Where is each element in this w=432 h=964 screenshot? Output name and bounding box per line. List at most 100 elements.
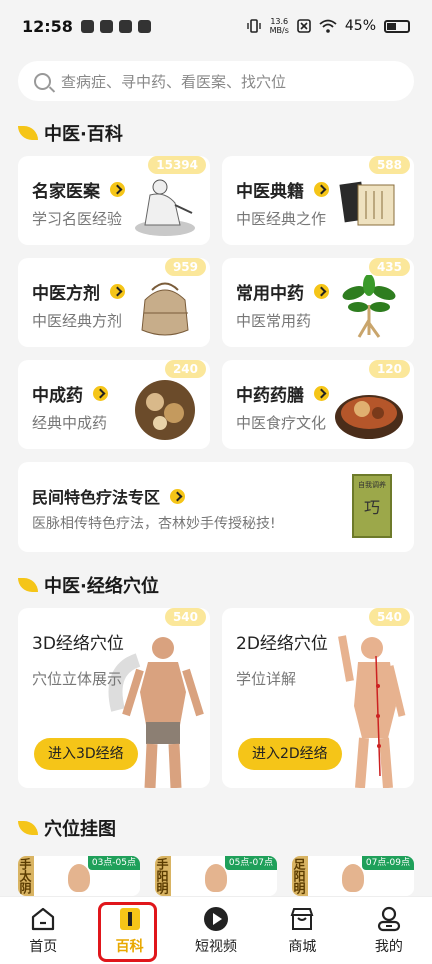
- home-icon: [32, 907, 55, 930]
- card-medicinal-diet[interactable]: 120 中药药膳 中医食疗文化: [222, 360, 414, 449]
- count-badge: 588: [368, 156, 410, 174]
- chart-card-lung[interactable]: 手太阴肺 03点-05点: [18, 856, 140, 896]
- folk-therapy-card[interactable]: 民间特色疗法专区 医脉相传特色疗法，杏林妙手传授秘技! 自我调养 巧: [18, 462, 414, 552]
- nav-label: 首页: [29, 938, 58, 955]
- nav-short-video[interactable]: 短视频: [173, 897, 259, 964]
- card-title-text: 中医方剂: [32, 284, 100, 304]
- arrow-right-icon: [170, 488, 186, 504]
- card-title: 常用中药: [236, 279, 329, 304]
- arrow-right-icon: [110, 284, 125, 299]
- herb-bowl-icon: [135, 380, 195, 440]
- card-title: 民间特色疗法专区: [32, 484, 186, 508]
- book-cover-char: 巧: [363, 498, 380, 517]
- card-patent-medicine[interactable]: 240 中成药 经典中成药: [18, 360, 210, 449]
- nav-label: 商城: [288, 938, 317, 955]
- section-title: 中医·经络穴位: [44, 576, 159, 597]
- battery-icon: [384, 19, 410, 33]
- card-title: 中医典籍: [236, 177, 329, 202]
- nav-shop[interactable]: 商城: [259, 897, 345, 964]
- net-speed-value: 13.6: [270, 17, 289, 26]
- chart-card-title: 手太阴肺: [18, 856, 34, 896]
- play-icon: [204, 906, 229, 931]
- shop-icon: [291, 907, 314, 930]
- enter-3d-button[interactable]: 进入3D经络: [34, 738, 138, 770]
- scholar-illustration-icon: [135, 179, 195, 236]
- chart-card-large-intestine[interactable]: 手阳明大 05点-07点: [155, 856, 277, 896]
- card-2d-meridian[interactable]: 540 2D经络穴位 学位详解 进入2D经络: [222, 608, 414, 788]
- bottom-nav: 首页 百科 短视频 商城 我的: [0, 896, 432, 964]
- battery-percent: 45%: [344, 18, 376, 34]
- chart-card-time: 05点-07点: [224, 856, 277, 870]
- count-badge: 540: [164, 608, 206, 626]
- folk-title: 民间特色疗法专区: [32, 488, 161, 507]
- card-title: 名家医案: [32, 177, 125, 202]
- card-title-text: 中药药膳: [236, 386, 304, 406]
- card-3d-meridian[interactable]: 540 3D经络穴位 穴位立体展示 进入3D经络: [18, 608, 210, 788]
- arrow-right-icon: [110, 182, 125, 197]
- arrow-right-icon: [314, 284, 329, 299]
- vibrate-icon: [246, 19, 261, 33]
- card-title-text: 名家医案: [32, 182, 100, 202]
- nav-label: 百科: [115, 938, 144, 955]
- status-bar: 12:58 13.6 MB/s 45%: [0, 0, 432, 52]
- leaf-icon: [18, 821, 38, 835]
- count-badge: 959: [164, 258, 206, 276]
- app-notification-icon: [80, 19, 94, 33]
- 2d-body-chart-image: [338, 635, 406, 788]
- body-figure-image: [342, 864, 364, 892]
- card-title-text: 中成药: [32, 386, 83, 406]
- nav-home[interactable]: 首页: [0, 897, 86, 964]
- card-subtitle: 中医食疗文化: [236, 414, 327, 432]
- section-header-meridian: 中医·经络穴位: [18, 572, 159, 598]
- card-subtitle: 中医经典之作: [236, 210, 327, 228]
- count-badge: 15394: [148, 156, 206, 174]
- arrow-right-icon: [314, 386, 329, 401]
- card-prescriptions[interactable]: 959 中医方剂 中医经典方剂: [18, 258, 210, 347]
- count-badge: 240: [164, 360, 206, 378]
- card-title: 中药药膳: [236, 381, 329, 406]
- section-header-charts: 穴位挂图: [18, 815, 116, 841]
- count-badge: 540: [368, 608, 410, 626]
- book-cover-title: 自我调养: [358, 481, 386, 489]
- card-title: 2D经络穴位: [236, 634, 328, 654]
- card-common-herbs[interactable]: 435 常用中药 中医常用药: [222, 258, 414, 347]
- enter-2d-button[interactable]: 进入2D经络: [238, 738, 342, 770]
- chart-card-time: 07点-09点: [361, 856, 414, 870]
- body-figure-image: [68, 864, 90, 892]
- card-subtitle: 中医常用药: [236, 312, 312, 330]
- video-app-icon: [137, 19, 151, 33]
- count-badge: 120: [368, 360, 410, 378]
- search-bar[interactable]: 查病症、寻中药、看医案、找穴位: [18, 61, 414, 101]
- no-sim-icon: [297, 19, 311, 33]
- card-title: 3D经络穴位: [32, 634, 124, 654]
- arrow-right-icon: [314, 182, 329, 197]
- card-subtitle: 经典中成药: [32, 414, 108, 432]
- body-figure-image: [205, 864, 227, 892]
- card-famous-cases[interactable]: 15394 名家医案 学习名医经验: [18, 156, 210, 245]
- wifi-icon: [319, 19, 337, 33]
- soup-pot-icon: [335, 395, 403, 439]
- nav-profile[interactable]: 我的: [346, 897, 432, 964]
- leaf-icon: [18, 578, 38, 592]
- ancient-book-icon: [339, 181, 395, 226]
- section-header-encyclopedia: 中医·百科: [18, 120, 123, 146]
- net-speed: 13.6 MB/s: [270, 17, 289, 35]
- card-title: 中医方剂: [32, 279, 125, 304]
- chart-card-stomach[interactable]: 足阳明胃 07点-09点: [292, 856, 414, 896]
- chart-card-title: 足阳明胃: [292, 856, 308, 896]
- book-cover-image: 自我调养 巧: [352, 474, 392, 538]
- calendar-icon: [118, 19, 132, 33]
- search-icon: [34, 72, 51, 90]
- card-title-text: 中医典籍: [236, 182, 304, 202]
- card-subtitle: 中医经典方剂: [32, 312, 123, 330]
- arrow-right-icon: [93, 386, 108, 401]
- card-classics[interactable]: 588 中医典籍 中医经典之作: [222, 156, 414, 245]
- card-title: 中成药: [32, 381, 108, 406]
- nav-encyclopedia[interactable]: 百科: [86, 897, 172, 964]
- status-time: 12:58: [22, 16, 73, 36]
- nav-label: 短视频: [195, 938, 238, 955]
- card-subtitle: 穴位立体展示: [32, 670, 123, 688]
- search-placeholder: 查病症、寻中药、看医案、找穴位: [61, 72, 287, 91]
- status-right: 13.6 MB/s 45%: [246, 17, 410, 35]
- book-icon: [119, 907, 140, 930]
